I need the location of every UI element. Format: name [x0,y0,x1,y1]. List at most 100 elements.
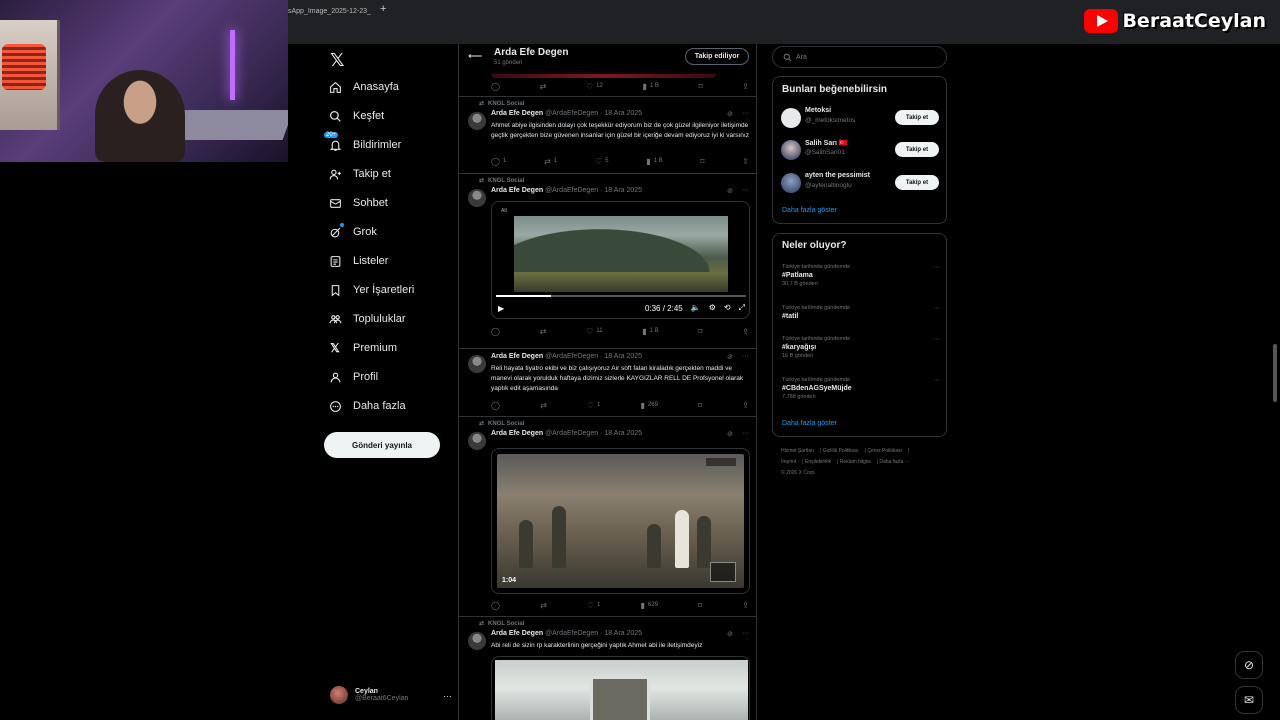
reply-button[interactable]: ◯ 1 [491,157,506,166]
footer-link[interactable]: Imprint [781,459,796,465]
settings-icon[interactable]: ⚙ [709,303,716,313]
like-button[interactable]: ♡ 5 [595,157,609,166]
reply-button[interactable]: ◯ [491,327,500,336]
suggested-user[interactable]: Salih Sarı 🇹🇷 @SalihSari01 Takip et [781,139,941,161]
footer-link[interactable]: Gizlilik Politikası [823,448,859,454]
reply-button[interactable]: ◯ [491,601,500,610]
account-more-icon[interactable]: ··· [443,691,452,701]
footer-link[interactable]: Daha fazla ··· [879,459,909,465]
following-button[interactable]: Takip ediliyor [685,48,749,65]
nav-notifications[interactable]: 20+ Bildirimler [324,132,401,156]
tweet[interactable]: ⇄ KNGL Social Arda Efe Degen @ArdaEfeDege… [459,173,756,348]
repost-button[interactable]: ⇄ [540,82,547,91]
footer-link[interactable]: Reklam bilgisi [840,459,871,465]
like-button[interactable]: ♡ 1 [587,401,601,410]
trend-item[interactable]: Türkiye tarihinde gündemde #Patlama 30,7… [782,264,940,287]
tweet-author[interactable]: Arda Efe Degen [491,187,543,194]
bookmark-button[interactable]: ⌑ [699,82,703,91]
share-button[interactable]: ⇪ [742,601,749,610]
tweet-image[interactable] [491,656,750,720]
avatar[interactable] [468,189,486,207]
like-button[interactable]: ♡ 11 [586,327,602,336]
nav-profile[interactable]: Profil [328,366,378,388]
video-player[interactable]: Alt ▶ 0:36 / 2:45 🔈 ⚙ ⟲ ⤢ [491,201,750,319]
bookmark-button[interactable]: ⌑ [698,401,702,410]
tweet-more-icon[interactable]: ··· [742,430,749,437]
account-switcher[interactable]: Ceylan @Beraat6Ceylan ··· [330,686,452,704]
bookmark-button[interactable]: ⌑ [698,327,702,336]
trend-more-icon[interactable]: ··· [933,377,940,384]
follow-button[interactable]: Takip et [895,142,939,157]
tweet-author[interactable]: Arda Efe Degen [491,630,543,637]
tweet[interactable]: ⇄ KNGL Social Arda Efe Degen @ArdaEfeDege… [459,416,756,616]
trend-more-icon[interactable]: ··· [933,336,940,343]
views-button[interactable]: ▮ 269 [641,401,658,410]
x-logo-icon[interactable]: 𝕏 [330,50,345,71]
scrollbar-thumb[interactable] [1273,344,1277,402]
grok-icon[interactable]: ⊘ [727,187,733,195]
grok-icon[interactable]: ⊘ [727,353,733,361]
share-button[interactable]: ⇪ [742,327,749,336]
tweet[interactable]: ⇄ KNGL Social Arda Efe Degen @ArdaEfeDege… [459,616,756,720]
loop-icon[interactable]: ⟲ [724,303,731,313]
views-button[interactable]: ▮ 1 B [642,327,658,336]
avatar[interactable] [468,112,486,130]
bookmark-button[interactable]: ⌑ [700,157,704,166]
back-arrow-icon[interactable]: ⟵ [468,51,482,62]
trend-more-icon[interactable]: ··· [933,305,940,312]
volume-icon[interactable]: 🔈 [691,303,701,313]
show-more-link[interactable]: Daha fazla göster [782,420,837,427]
trend-item[interactable]: Türkiye tarihinde gündemde #tatil ··· [782,305,940,320]
trend-item[interactable]: Türkiye tarihinde gündemde #karyağışı 16… [782,336,940,359]
suggested-user[interactable]: Metoksi @_metoksimetos Takip et [781,107,941,129]
suggested-user[interactable]: ayten the pessimist @aytenaltinoglu Taki… [781,172,941,194]
tweet-author[interactable]: Arda Efe Degen [491,110,543,117]
tweet-author[interactable]: Arda Efe Degen [491,353,543,360]
grok-icon[interactable]: ⊘ [727,110,733,118]
nav-chat[interactable]: Sohbet [328,192,388,214]
footer-link[interactable]: Erişilebilirlik [805,459,831,465]
footer-link[interactable]: Hizmet Şartları [781,448,814,454]
reply-button[interactable]: ◯ [491,401,500,410]
nav-premium[interactable]: 𝕏 Premium [328,337,397,359]
nav-grok[interactable]: Grok [328,221,377,243]
fullscreen-icon[interactable]: ⤢ [739,303,745,313]
play-icon[interactable]: ▶ [498,304,504,313]
repost-button[interactable]: ⇄ [540,601,547,610]
follow-button[interactable]: Takip et [895,110,939,125]
messages-fab-button[interactable]: ✉ [1235,686,1263,714]
repost-button[interactable]: ⇄ 1 [544,157,557,166]
nav-communities[interactable]: Topluluklar [328,308,406,330]
repost-button[interactable]: ⇄ [540,401,547,410]
repost-button[interactable]: ⇄ [540,327,547,336]
follow-button[interactable]: Takip et [895,175,939,190]
avatar[interactable] [468,432,486,450]
trend-more-icon[interactable]: ··· [933,264,940,271]
reply-button[interactable]: ◯ [491,82,500,91]
nav-more[interactable]: Daha fazla [328,395,406,417]
tweet-more-icon[interactable]: ··· [742,630,749,637]
like-button[interactable]: ♡ 1 [587,601,601,610]
nav-bookmarks[interactable]: Yer İşaretleri [328,279,414,301]
grok-fab-button[interactable]: ⊘ [1235,651,1263,679]
video-progress-bar[interactable] [496,295,746,297]
tweet-more-icon[interactable]: ··· [742,187,749,194]
tweet-more-icon[interactable]: ··· [742,110,749,117]
nav-follow[interactable]: Takip et [328,163,391,185]
share-button[interactable]: ⇪ [742,157,749,166]
bookmark-button[interactable]: ⌑ [698,601,702,610]
nav-home[interactable]: Anasayfa [328,76,399,98]
views-button[interactable]: ▮ 1 B [642,82,658,91]
tweet[interactable]: ⇄ KNGL Social Arda Efe Degen @ArdaEfeDege… [459,96,756,172]
views-button[interactable]: ▮ 629 [641,601,658,610]
nav-lists[interactable]: Listeler [328,250,388,272]
search-input[interactable]: Ara [772,46,947,68]
video-player[interactable]: 1:04 [491,448,750,594]
grok-icon[interactable]: ⊘ [727,430,733,438]
tweet[interactable]: Arda Efe Degen @ArdaEfeDegen · 18 Ara 20… [459,348,756,414]
new-tab-button[interactable]: + [380,3,386,15]
grok-icon[interactable]: ⊘ [727,630,733,638]
video-alt-badge[interactable]: Alt [501,208,507,214]
share-button[interactable]: ⇪ [742,401,749,410]
avatar[interactable] [468,355,486,373]
